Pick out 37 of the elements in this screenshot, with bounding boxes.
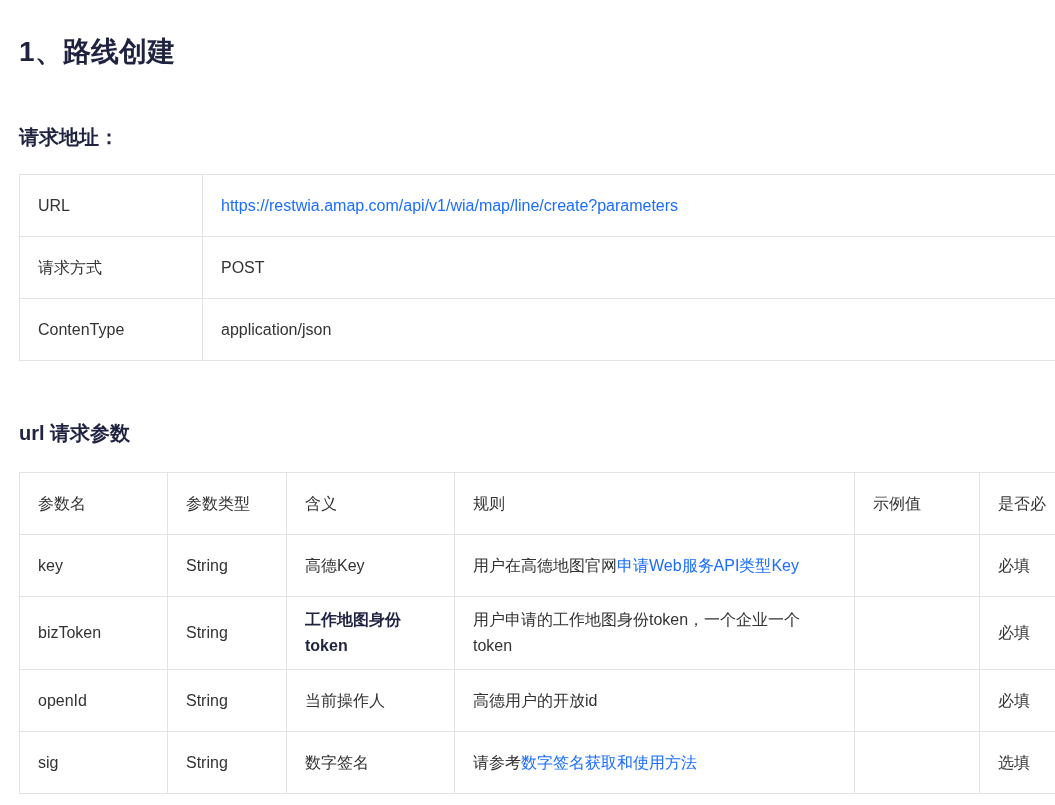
cell-text: 高德Key <box>305 556 365 574</box>
cell-text: application/json <box>221 320 332 338</box>
column-header: 示例值 <box>873 494 921 512</box>
section-heading: url 请求参数 <box>19 421 131 446</box>
rule-text: 请参考数字签名获取和使用方法 <box>473 753 697 771</box>
cell-text: String <box>186 556 228 574</box>
link[interactable]: 申请Web服务API类型Key <box>617 556 799 574</box>
cell-text: 请求方式 <box>38 258 102 276</box>
link[interactable]: https://restwia.amap.com/api/v1/wia/map/line/create?parameters <box>221 196 679 214</box>
column-header: 规则 <box>473 494 505 512</box>
section-heading: 请求地址： <box>19 125 119 150</box>
rule-text: 用户在高德地图官网申请Web服务API类型Key <box>473 556 799 574</box>
cell-text: String <box>186 753 228 771</box>
cell-text: 当前操作人 <box>305 691 385 709</box>
cell-text: 用户申请的工作地图身份token，一个企业一个token <box>473 611 801 654</box>
cell-text: 高德用户的开放id <box>473 691 598 709</box>
column-header: 是否必 <box>998 494 1046 512</box>
link[interactable]: 数字签名获取和使用方法 <box>521 753 697 771</box>
cell-text: 必填 <box>998 691 1030 709</box>
cell-text: POST <box>221 258 265 276</box>
cell-text: key <box>38 556 63 574</box>
cell-text: 必填 <box>998 624 1030 641</box>
column-header: 参数类型 <box>186 494 250 512</box>
cell-text: 必填 <box>998 556 1030 574</box>
column-header: 含义 <box>305 494 337 512</box>
cell-text: sig <box>38 753 59 771</box>
column-header: 参数名 <box>38 494 86 512</box>
cell-text: URL <box>38 196 70 214</box>
cell-text: String <box>186 691 228 709</box>
page-title: 1、路线创建 <box>19 35 175 69</box>
cell-text: 选填 <box>998 753 1030 771</box>
cell-text: String <box>186 624 228 641</box>
cell-text: openId <box>38 691 87 709</box>
cell-text: 数字签名 <box>305 753 369 771</box>
cell-text: 工作地图身份token <box>305 611 401 654</box>
cell-text: ContenType <box>38 320 125 338</box>
cell-text: bizToken <box>38 624 102 641</box>
